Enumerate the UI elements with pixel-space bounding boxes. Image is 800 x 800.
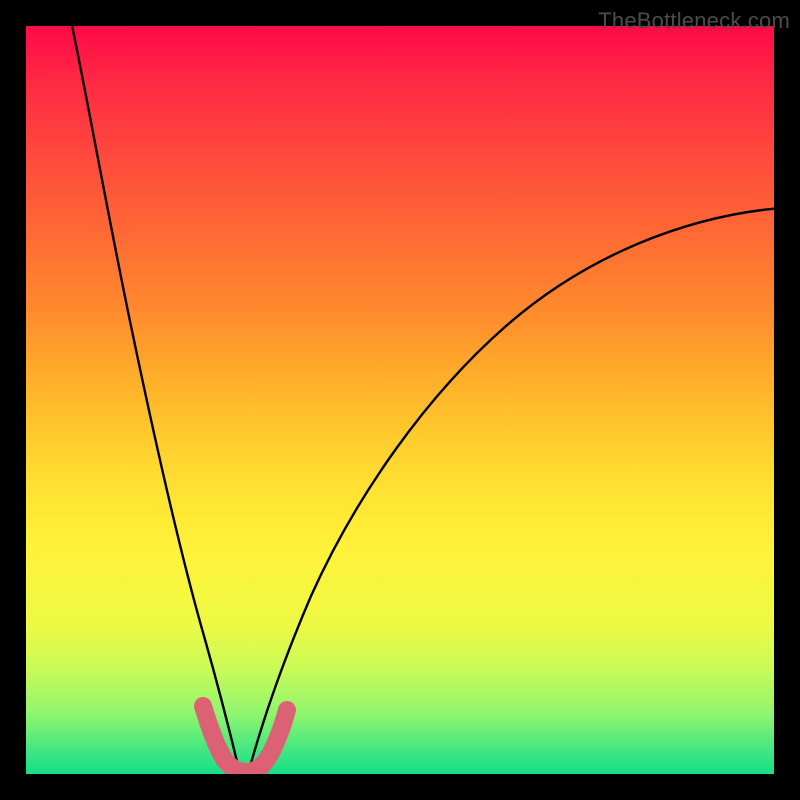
highlight-u-shape — [203, 706, 287, 772]
plot-area — [26, 26, 774, 774]
watermark-text: TheBottleneck.com — [598, 8, 790, 34]
highlight-marker — [26, 26, 774, 774]
